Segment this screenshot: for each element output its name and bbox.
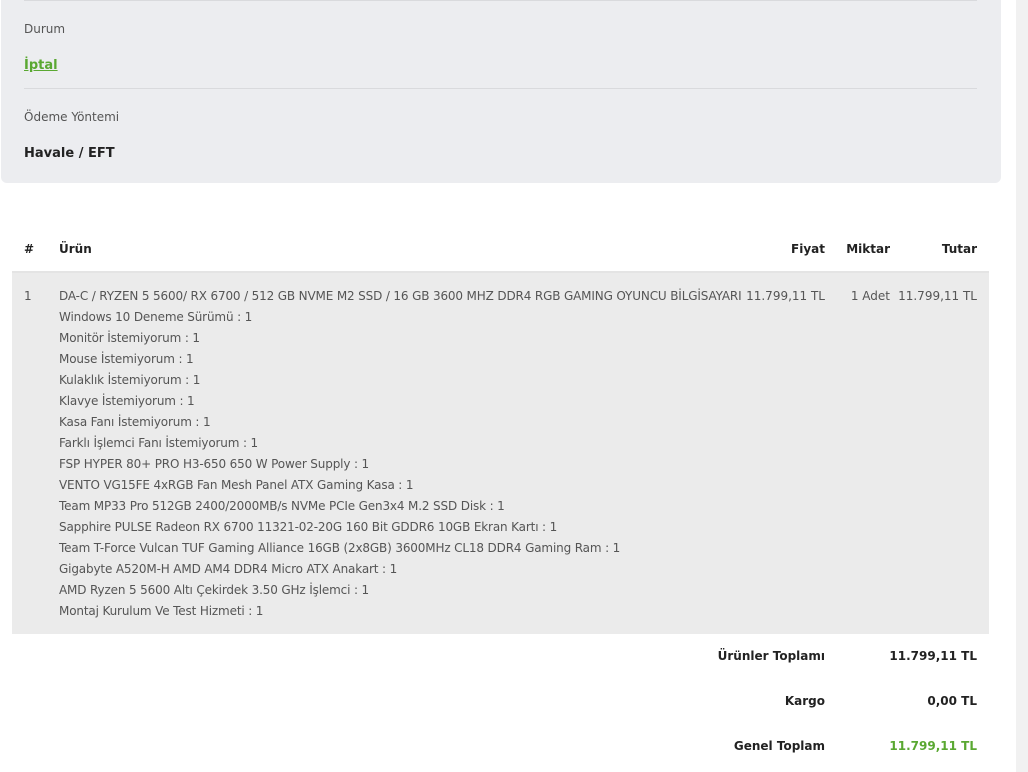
product-option: Farklı İşlemci Fanı İstemiyorum : 1	[59, 436, 259, 450]
shipping-value: 0,00 TL	[927, 694, 977, 708]
status-label: Durum	[24, 22, 66, 36]
subtotal-label: Ürünler Toplamı	[717, 649, 825, 663]
top-divider	[24, 0, 977, 1]
row-index: 1	[24, 289, 32, 303]
product-option: AMD Ryzen 5 5600 Altı Çekirdek 3.50 GHz …	[59, 583, 369, 597]
grand-total-label: Genel Toplam	[733, 739, 825, 753]
col-header-quantity: Miktar	[846, 242, 890, 256]
product-option: Klavye İstemiyorum : 1	[59, 394, 195, 408]
col-header-price: Fiyat	[791, 242, 825, 256]
product-name: DA-C / RYZEN 5 5600/ RX 6700 / 512 GB NV…	[59, 289, 742, 303]
page-scrollbar[interactable]	[1016, 0, 1028, 772]
info-divider	[24, 88, 977, 89]
order-info-card	[1, 0, 1001, 183]
row-quantity: 1 Adet	[850, 289, 890, 303]
col-header-total: Tutar	[941, 242, 977, 256]
product-options-list: Windows 10 Deneme Sürümü : 1 Monitör İst…	[59, 310, 620, 625]
product-option: Windows 10 Deneme Sürümü : 1	[59, 310, 253, 324]
subtotal-value: 11.799,11 TL	[889, 649, 977, 663]
row-price: 11.799,11 TL	[746, 289, 825, 303]
product-option: Kulaklık İstemiyorum : 1	[59, 373, 201, 387]
payment-method-label: Ödeme Yöntemi	[24, 110, 120, 124]
product-option: FSP HYPER 80+ PRO H3-650 650 W Power Sup…	[59, 457, 370, 471]
product-option: Mouse İstemiyorum : 1	[59, 352, 194, 366]
product-option: Gigabyte A520M-H AMD AM4 DDR4 Micro ATX …	[59, 562, 398, 576]
order-detail-page: Durum İptal Ödeme Yöntemi Havale / EFT #…	[0, 0, 1028, 772]
payment-method-value: Havale / EFT	[24, 146, 115, 161]
product-option: Sapphire PULSE Radeon RX 6700 11321-02-2…	[59, 520, 558, 534]
row-total: 11.799,11 TL	[898, 289, 977, 303]
col-header-index: #	[24, 242, 35, 256]
grand-total-value: 11.799,11 TL	[889, 739, 977, 753]
col-header-product: Ürün	[59, 242, 92, 256]
status-value-link[interactable]: İptal	[24, 58, 58, 73]
product-option: Kasa Fanı İstemiyorum : 1	[59, 415, 211, 429]
product-option: VENTO VG15FE 4xRGB Fan Mesh Panel ATX Ga…	[59, 478, 414, 492]
product-option: Team T-Force Vulcan TUF Gaming Alliance …	[59, 541, 621, 555]
product-option: Team MP33 Pro 512GB 2400/2000MB/s NVMe P…	[59, 499, 505, 513]
shipping-label: Kargo	[784, 694, 825, 708]
product-option: Monitör İstemiyorum : 1	[59, 331, 200, 345]
product-option: Montaj Kurulum Ve Test Hizmeti : 1	[59, 604, 264, 618]
